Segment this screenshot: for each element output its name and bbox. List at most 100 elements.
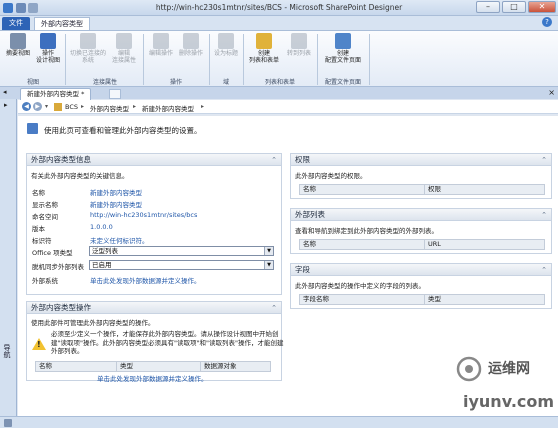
site-icon [54, 103, 62, 111]
group-label-field: 域 [222, 79, 229, 86]
column-header[interactable]: 类型 [116, 362, 200, 371]
breadcrumb-item[interactable]: BCS [65, 103, 78, 111]
version-value[interactable]: 1.0.0.0 [90, 223, 113, 231]
delete-operation-button[interactable]: 删除操作 [176, 33, 206, 57]
discover-data-source-link[interactable]: 单击此处发现外部数据源并定义操作。 [97, 373, 208, 383]
summary-view-button[interactable]: 摘要视图 [4, 33, 32, 57]
operations-grid-header: 名称 类型 数据源对象 [35, 361, 271, 372]
ribbon: 摘要视图 操作 设计视图 视图 切换已连接的 系统 编辑 连接属性 连接属性 编… [0, 30, 558, 87]
collapse-icon[interactable]: ⌃ [271, 154, 277, 166]
ribbon-separator [317, 34, 318, 85]
column-header[interactable]: 名称 [36, 362, 116, 371]
namespace-value[interactable]: http://win-hc230s1mtnr/sites/bcs [90, 211, 197, 219]
history-icon[interactable]: ▾ [45, 103, 48, 110]
group-label-lists-forms: 列表和表单 [264, 79, 295, 86]
status-bar [0, 416, 558, 428]
panel-description: 使用此部件可管理此外部内容类型的操作。 [31, 319, 155, 327]
close-button[interactable]: ✕ [528, 1, 556, 13]
tab-file[interactable]: 文件 [2, 17, 30, 30]
breadcrumb-item[interactable]: 新建外部内容类型 [142, 103, 194, 113]
external-lists-panel: 外部列表 ⌃ 查看和导航到绑定到此外部内容类型的外部列表。 名称 URL [290, 208, 552, 254]
collapse-icon[interactable]: ⌃ [541, 209, 547, 221]
offline-sync-select[interactable]: 已启用 ▼ [89, 260, 274, 270]
external-system-link[interactable]: 单击此处发现外部数据源并定义操作。 [90, 275, 201, 285]
operations-design-view-button[interactable]: 操作 设计视图 [34, 33, 62, 64]
edit-connection-button[interactable]: 编辑 连接属性 [108, 33, 140, 64]
watermark-text: 运维网 [488, 361, 530, 377]
ribbon-tabs: 文件 外部内容类型 ? [0, 16, 558, 30]
column-header[interactable]: 类型 [424, 295, 544, 304]
breadcrumb-separator: ▸ [201, 103, 205, 110]
dropdown-arrow-icon[interactable]: ▼ [264, 247, 273, 255]
help-icon[interactable]: ? [542, 17, 552, 27]
field-label: 标识符 [32, 237, 52, 245]
summary-view-icon [10, 33, 26, 49]
document-tabs: 新建外部内容类型 * × [17, 87, 558, 100]
maximize-button[interactable]: □ [502, 1, 526, 13]
nav-collapse-icon[interactable]: ◂ [3, 88, 7, 96]
back-icon[interactable]: ◀ [22, 102, 31, 111]
column-header[interactable]: 权限 [424, 185, 544, 194]
identifier-value[interactable]: 未定义任何标识符。 [90, 235, 149, 245]
panel-title: 权限 ⌃ [291, 154, 551, 166]
breadcrumb: ◀ ▶ ▾ BCS ▸ 外部内容类型 ▸ 新建外部内容类型 ▸ [18, 100, 558, 114]
create-profile-page-button[interactable]: 创建 配置文件页面 [322, 33, 364, 64]
group-label-views: 视图 [26, 79, 39, 86]
office-type-select[interactable]: 泛型列表 ▼ [89, 246, 274, 256]
dropdown-arrow-icon[interactable]: ▼ [264, 261, 273, 269]
ribbon-separator [209, 34, 210, 85]
collapse-icon[interactable]: ⌃ [271, 302, 277, 314]
column-header[interactable]: 名称 [300, 240, 424, 249]
info-panel: 外部内容类型信息 ⌃ 有关此外部内容类型的关键信息。 名称 新建外部内容类型 显示… [26, 153, 282, 295]
breadcrumb-separator: ▸ [81, 103, 85, 110]
name-value[interactable]: 新建外部内容类型 [90, 187, 142, 197]
panel-description: 查看和导航到绑定到此外部内容类型的外部列表。 [295, 227, 438, 235]
panel-description: 此外部内容类型的操作中定义的字段的列表。 [295, 282, 425, 290]
panel-title: 外部内容类型操作 ⌃ [27, 302, 281, 314]
column-header[interactable]: URL [424, 240, 544, 249]
switch-system-button[interactable]: 切换已连接的 系统 [70, 33, 106, 64]
field-label: 版本 [32, 225, 45, 233]
operations-design-icon [40, 33, 56, 49]
ribbon-separator [369, 34, 370, 85]
edit-operation-button[interactable]: 编辑操作 [146, 33, 176, 57]
minimize-button[interactable]: – [476, 1, 500, 13]
settings-page-icon [27, 123, 38, 134]
window-title: http://win-hc230s1mtnr/sites/BCS - Micro… [155, 3, 403, 12]
breadcrumb-separator: ▸ [133, 103, 137, 110]
permissions-grid-header: 名称 权限 [299, 184, 545, 195]
panel-description: 此外部内容类型的权限。 [295, 172, 367, 180]
collapse-icon[interactable]: ⌃ [541, 154, 547, 166]
forward-icon[interactable]: ▶ [33, 102, 42, 111]
panel-description: 有关此外部内容类型的关键信息。 [31, 172, 129, 180]
fields-panel: 字段 ⌃ 此外部内容类型的操作中定义的字段的列表。 字段名称 类型 [290, 263, 552, 309]
title-bar: http://win-hc230s1mtnr/sites/BCS - Micro… [0, 0, 558, 16]
ribbon-separator [143, 34, 144, 85]
create-lists-forms-button[interactable]: 创建 列表和表单 [246, 33, 282, 64]
go-to-list-button[interactable]: 转到列表 [284, 33, 314, 57]
collapse-icon[interactable]: ⌃ [541, 264, 547, 276]
column-header[interactable]: 名称 [300, 185, 424, 194]
close-tab-icon[interactable]: × [548, 88, 555, 97]
ribbon-separator [243, 34, 244, 85]
edit-operation-icon [153, 33, 169, 49]
expand-nav-icon[interactable]: ▸ [4, 101, 8, 109]
operations-panel: 外部内容类型操作 ⌃ 使用此部件可管理此外部内容类型的操作。 ! 必须至少定义一个… [26, 301, 283, 383]
go-to-list-icon [291, 33, 307, 49]
display-name-value[interactable]: 新建外部内容类型 [90, 199, 142, 209]
fields-grid-header: 字段名称 类型 [299, 294, 545, 305]
external-system-label: 外部系统 [32, 277, 58, 285]
document-tab[interactable]: 新建外部内容类型 * [20, 88, 92, 100]
column-header[interactable]: 数据源对象 [200, 362, 270, 371]
navigation-label: 导航 [3, 344, 11, 358]
column-header[interactable]: 字段名称 [300, 295, 424, 304]
tab-external-content-types[interactable]: 外部内容类型 [34, 17, 90, 30]
new-tab-icon[interactable] [109, 89, 121, 99]
breadcrumb-item[interactable]: 外部内容类型 [90, 103, 129, 113]
page-intro: 使用此页可查看和管理此外部内容类型的设置。 [44, 126, 202, 135]
warning-text: 必须至少定义一个操作，才能保存此外部内容类型。请从操作设计视图中开始创建"读取项… [51, 330, 284, 355]
offline-sync-label: 脱机同步外部列表 [32, 263, 84, 271]
watermark-logo-icon [456, 356, 482, 382]
navigation-pane[interactable]: ▸ 导航 [0, 99, 17, 428]
set-as-title-button[interactable]: 设为标题 [212, 33, 240, 57]
